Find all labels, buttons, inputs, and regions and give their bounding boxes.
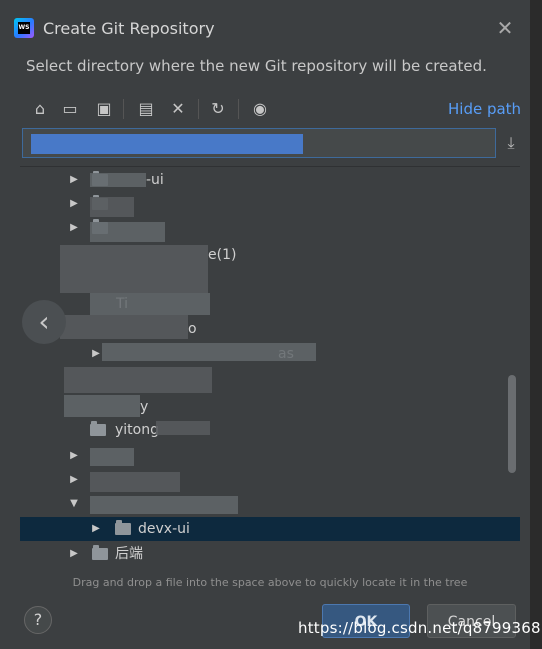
tree-row-label: yitong [115,422,159,438]
redacted-area [90,472,180,492]
path-input[interactable] [22,128,496,158]
redacted-area [60,315,188,339]
redacted-area [90,496,238,514]
home-icon[interactable]: ⌂ [28,97,52,121]
dialog-titlebar: WS Create Git Repository ✕ [0,0,530,44]
expand-arrow-icon[interactable]: ▶ [68,216,80,240]
new-folder-icon[interactable]: ▤ [134,97,158,121]
folder-icon [90,421,106,436]
directory-tree[interactable]: ▶ -ui ▶ ▶ e(1) Ti o ▶ as y yiton [20,166,520,572]
tree-row-label: y [140,399,149,415]
help-button[interactable]: ? [24,606,52,634]
expand-arrow-icon[interactable]: ▶ [68,168,80,192]
toolbar-separator [198,99,199,119]
close-icon[interactable]: ✕ [494,17,516,39]
tree-row-label: e(1) [208,247,237,263]
dialog-subtitle: Select directory where the new Git repos… [26,57,487,75]
redacted-area [64,395,140,417]
redacted-area [90,293,210,315]
drag-drop-hint: Drag and drop a file into the space abov… [72,576,468,589]
expand-arrow-icon[interactable]: ▶ [90,342,102,366]
tree-row-label: devx-ui [138,521,190,537]
tree-row-label: o [188,321,197,337]
tree-row[interactable]: yitong [20,418,520,442]
collapse-arrow-icon[interactable]: ▼ [68,492,80,516]
path-selection-highlight [31,134,303,154]
file-chooser-toolbar: ⌂ ▭ ▣ ▤ ✕ ↻ ◉ [20,95,520,123]
refresh-icon[interactable]: ↻ [206,97,230,121]
show-hidden-icon[interactable]: ◉ [248,97,272,121]
redacted-area [64,367,212,393]
redacted-area [90,197,134,217]
expand-arrow-icon[interactable]: ▶ [68,444,80,468]
background-ide [530,0,542,649]
expand-arrow-icon[interactable]: ▶ [68,468,80,492]
tree-row-label: 后端 [115,546,143,562]
project-folder-icon[interactable]: ▣ [92,97,116,121]
toolbar-separator [238,99,239,119]
redacted-area [156,421,210,435]
redacted-area [102,343,316,361]
dialog-title: Create Git Repository [43,19,215,38]
toolbar-separator [123,99,124,119]
desktop-icon[interactable]: ▭ [58,97,82,121]
tree-row-label: -ui [146,172,164,188]
tree-scrollbar[interactable] [508,375,516,473]
redacted-area [90,222,165,242]
webstorm-app-icon: WS [14,18,34,38]
watermark-text: https://blog.csdn.net/q879936814 [298,619,542,637]
expand-arrow-icon[interactable]: ▶ [68,542,80,566]
chevron-left-icon[interactable]: ‹ [22,300,66,344]
redacted-area [90,173,146,187]
tree-row[interactable]: ▶ 后端 [20,542,520,566]
redacted-area [60,245,208,293]
delete-icon[interactable]: ✕ [166,97,190,121]
folder-icon [92,545,108,560]
redacted-area [90,448,134,466]
tree-row-selected[interactable]: ▶ devx-ui [20,517,520,541]
hide-path-link[interactable]: Hide path [448,100,521,118]
download-icon[interactable]: ⤓ [502,134,520,152]
expand-arrow-icon[interactable]: ▶ [68,192,80,216]
folder-icon [115,520,131,535]
create-git-repository-dialog: WS Create Git Repository ✕ Select direct… [0,0,530,649]
expand-arrow-icon[interactable]: ▶ [90,517,102,541]
